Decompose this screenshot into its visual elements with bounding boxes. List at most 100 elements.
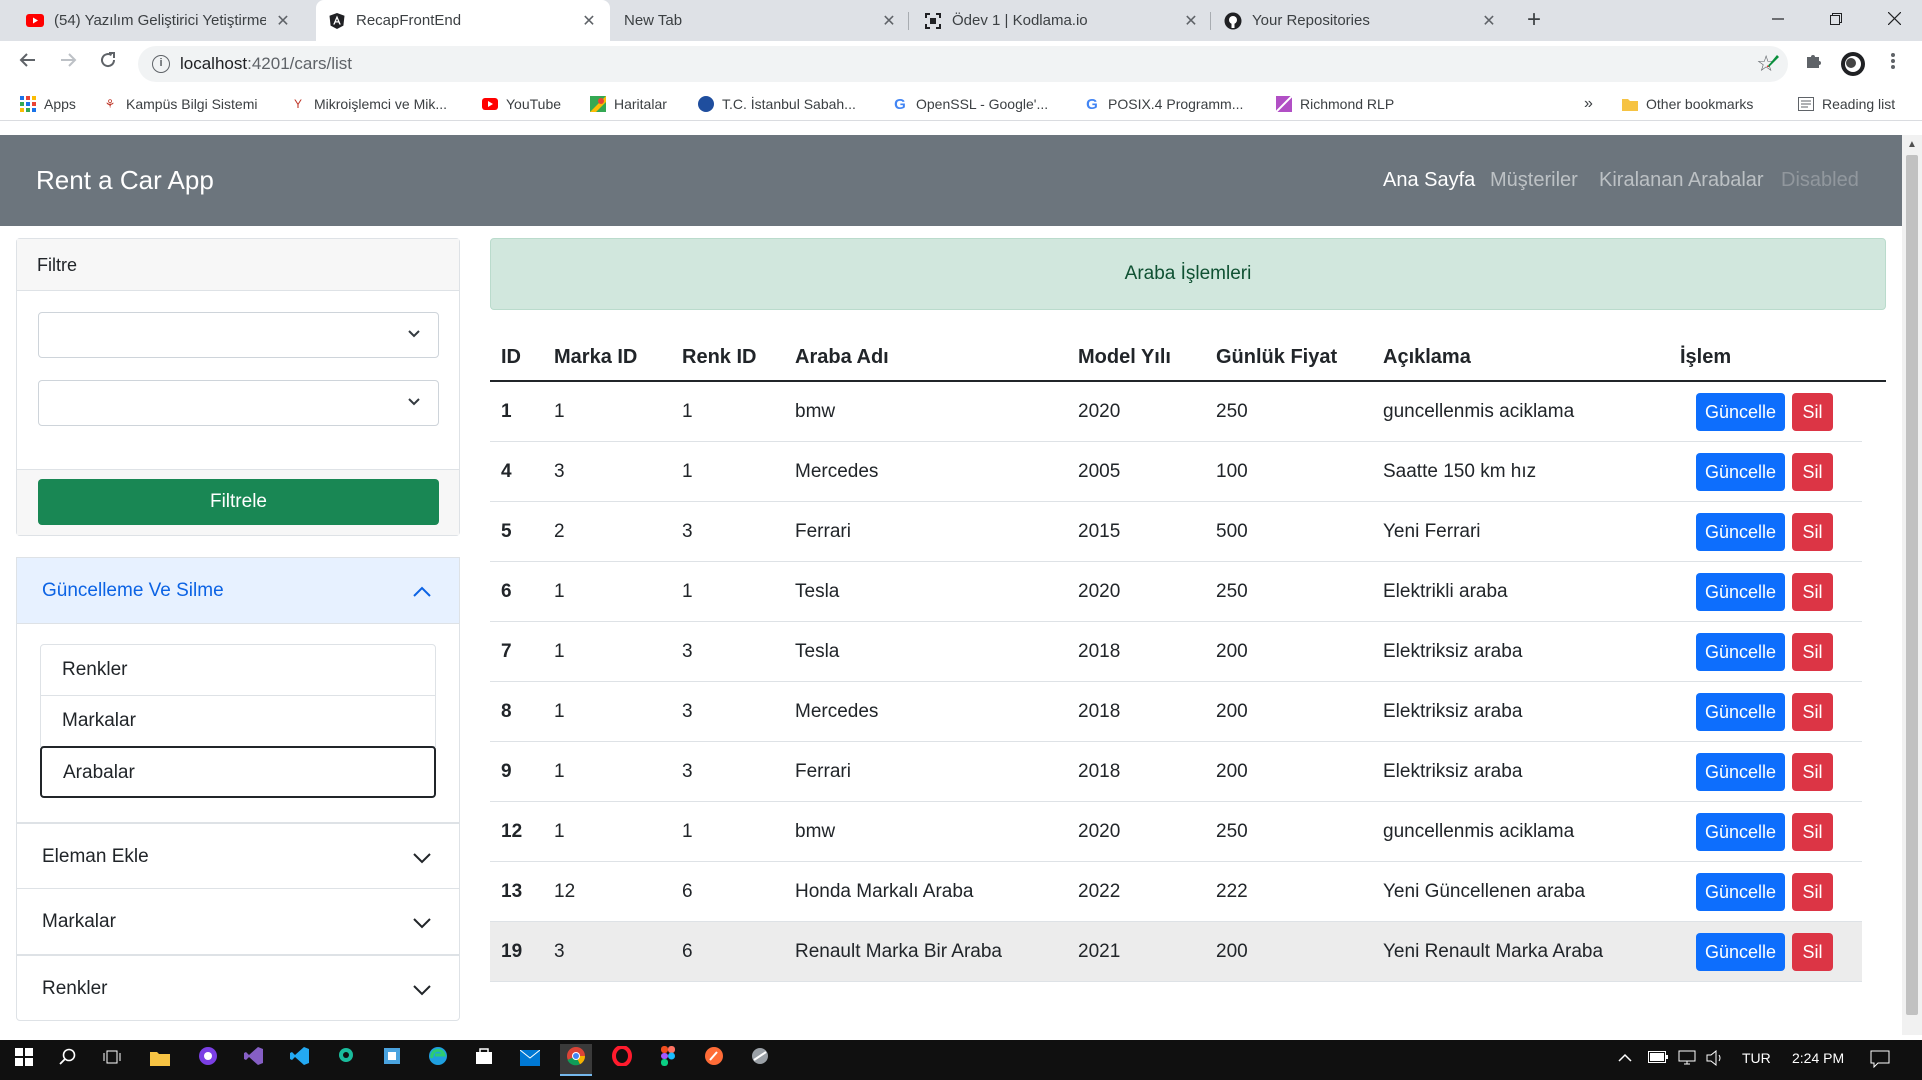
edge-icon[interactable] (422, 1044, 454, 1076)
volume-icon[interactable] (1706, 1049, 1724, 1069)
close-tab-icon[interactable]: ✕ (1182, 11, 1200, 31)
store-icon[interactable] (468, 1044, 500, 1076)
bookmark-posix[interactable]: G POSIX.4 Programm... (1084, 93, 1243, 115)
vscode-icon[interactable] (284, 1044, 316, 1076)
close-window-icon[interactable] (1866, 0, 1922, 41)
delete-button[interactable]: Sil (1792, 813, 1833, 851)
delete-button[interactable]: Sil (1792, 513, 1833, 551)
gitkraken-icon[interactable] (330, 1044, 362, 1076)
bookmark-sabah[interactable]: T.C. İstanbul Sabah... (698, 93, 856, 115)
bookmark-openssl[interactable]: G OpenSSL - Google'... (892, 93, 1048, 115)
delete-button[interactable]: Sil (1792, 453, 1833, 491)
bookmark-kampus[interactable]: ⚘ Kampüs Bilgi Sistemi (102, 93, 258, 115)
new-tab-button[interactable]: + (1520, 6, 1548, 34)
browser-tab[interactable]: (54) Yazılım Geliştirici Yetiştirme K ✕ (14, 0, 304, 41)
bookmark-youtube[interactable]: YouTube (482, 93, 561, 115)
scroll-up-icon[interactable]: ▲ (1907, 139, 1917, 150)
mail-icon[interactable] (514, 1044, 546, 1076)
close-tab-icon[interactable]: ✕ (1480, 11, 1498, 31)
network-icon[interactable] (1678, 1050, 1698, 1069)
minimize-icon[interactable] (1750, 0, 1806, 41)
restore-icon[interactable] (1808, 0, 1864, 41)
battery-icon[interactable] (1648, 1050, 1668, 1066)
accordion-header-update-delete[interactable]: Güncelleme Ve Silme (17, 558, 459, 624)
nav-link-home[interactable]: Ana Sayfa (1383, 169, 1475, 192)
opera-icon[interactable] (606, 1044, 638, 1076)
col-header-model-year[interactable]: Model Yılı (1078, 328, 1171, 386)
update-button[interactable]: Güncelle (1696, 813, 1785, 851)
update-button[interactable]: Güncelle (1696, 933, 1785, 971)
update-button[interactable]: Güncelle (1696, 753, 1785, 791)
update-button[interactable]: Güncelle (1696, 393, 1785, 431)
close-tab-icon[interactable]: ✕ (580, 11, 598, 31)
app-icon[interactable] (744, 1044, 776, 1076)
list-item-cars[interactable]: Arabalar (40, 746, 436, 798)
clock[interactable]: 2:24 PM (1792, 1050, 1844, 1066)
bookmark-richmond[interactable]: Richmond RLP (1276, 93, 1394, 115)
visual-studio-icon[interactable] (238, 1044, 270, 1076)
col-header-color-id[interactable]: Renk ID (682, 328, 756, 386)
col-header-description[interactable]: Açıklama (1383, 328, 1471, 386)
address-bar[interactable]: i localhost:4201/cars/list ☆ (138, 46, 1788, 82)
color-select[interactable] (38, 380, 439, 426)
filter-button[interactable]: Filtrele (38, 479, 439, 525)
close-tab-icon[interactable]: ✕ (880, 11, 898, 31)
reload-icon[interactable] (94, 50, 122, 78)
search-icon[interactable] (52, 1044, 84, 1076)
input-language[interactable]: TUR (1742, 1050, 1771, 1066)
extensions-puzzle-icon[interactable] (1800, 51, 1826, 77)
nav-link-rentals[interactable]: Kiralanan Arabalar (1599, 169, 1764, 192)
other-bookmarks[interactable]: Other bookmarks (1622, 93, 1753, 115)
accordion-header-brands[interactable]: Markalar (17, 889, 459, 955)
update-button[interactable]: Güncelle (1696, 693, 1785, 731)
browser-tab[interactable]: Your Repositories ✕ (1212, 0, 1510, 41)
profile-avatar[interactable] (1840, 51, 1866, 77)
col-header-brand-id[interactable]: Marka ID (554, 328, 637, 386)
bookmark-apps[interactable]: Apps (20, 93, 76, 115)
delete-button[interactable]: Sil (1792, 873, 1833, 911)
notifications-icon[interactable] (1870, 1050, 1890, 1071)
github-desktop-icon[interactable] (192, 1044, 224, 1076)
nav-link-customers[interactable]: Müşteriler (1490, 169, 1578, 192)
accordion-header-colors[interactable]: Renkler (17, 956, 459, 1022)
app-icon[interactable] (376, 1044, 408, 1076)
postman-icon[interactable] (698, 1044, 730, 1076)
accordion-header-add-item[interactable]: Eleman Ekle (17, 824, 459, 890)
figma-icon[interactable] (652, 1044, 684, 1076)
browser-tab-active[interactable]: RecapFrontEnd ✕ (316, 0, 610, 41)
close-tab-icon[interactable]: ✕ (274, 11, 292, 31)
chrome-icon[interactable] (560, 1044, 592, 1076)
tray-overflow-icon[interactable] (1618, 1050, 1632, 1066)
delete-button[interactable]: Sil (1792, 753, 1833, 791)
brand-select[interactable] (38, 312, 439, 358)
col-header-daily-price[interactable]: Günlük Fiyat (1216, 328, 1337, 386)
app-brand[interactable]: Rent a Car App (36, 165, 214, 196)
back-icon[interactable] (14, 50, 42, 78)
extension-pen-icon[interactable] (1760, 51, 1786, 77)
list-item-brands[interactable]: Markalar (40, 695, 436, 747)
site-info-icon[interactable]: i (152, 55, 170, 73)
update-button[interactable]: Güncelle (1696, 453, 1785, 491)
browser-menu-icon[interactable] (1880, 51, 1906, 77)
file-explorer-icon[interactable] (144, 1044, 176, 1076)
task-view-icon[interactable] (96, 1044, 128, 1076)
delete-button[interactable]: Sil (1792, 393, 1833, 431)
update-button[interactable]: Güncelle (1696, 573, 1785, 611)
col-header-car-name[interactable]: Araba Adı (795, 328, 889, 386)
bookmark-mikroislemci[interactable]: Y Mikroişlemci ve Mik... (290, 93, 447, 115)
update-button[interactable]: Güncelle (1696, 873, 1785, 911)
delete-button[interactable]: Sil (1792, 693, 1833, 731)
browser-tab[interactable]: New Tab ✕ (610, 0, 910, 41)
reading-list[interactable]: Reading list (1798, 93, 1895, 115)
list-item-colors[interactable]: Renkler (40, 644, 436, 696)
windows-start-icon[interactable] (8, 1044, 40, 1076)
forward-icon[interactable] (54, 50, 82, 78)
update-button[interactable]: Güncelle (1696, 633, 1785, 671)
bookmark-haritalar[interactable]: Haritalar (590, 93, 667, 115)
col-header-id[interactable]: ID (501, 328, 521, 386)
bookmarks-overflow-button[interactable]: » (1584, 93, 1593, 115)
delete-button[interactable]: Sil (1792, 633, 1833, 671)
delete-button[interactable]: Sil (1792, 573, 1833, 611)
delete-button[interactable]: Sil (1792, 933, 1833, 971)
browser-tab[interactable]: Ödev 1 | Kodlama.io ✕ (912, 0, 1212, 41)
